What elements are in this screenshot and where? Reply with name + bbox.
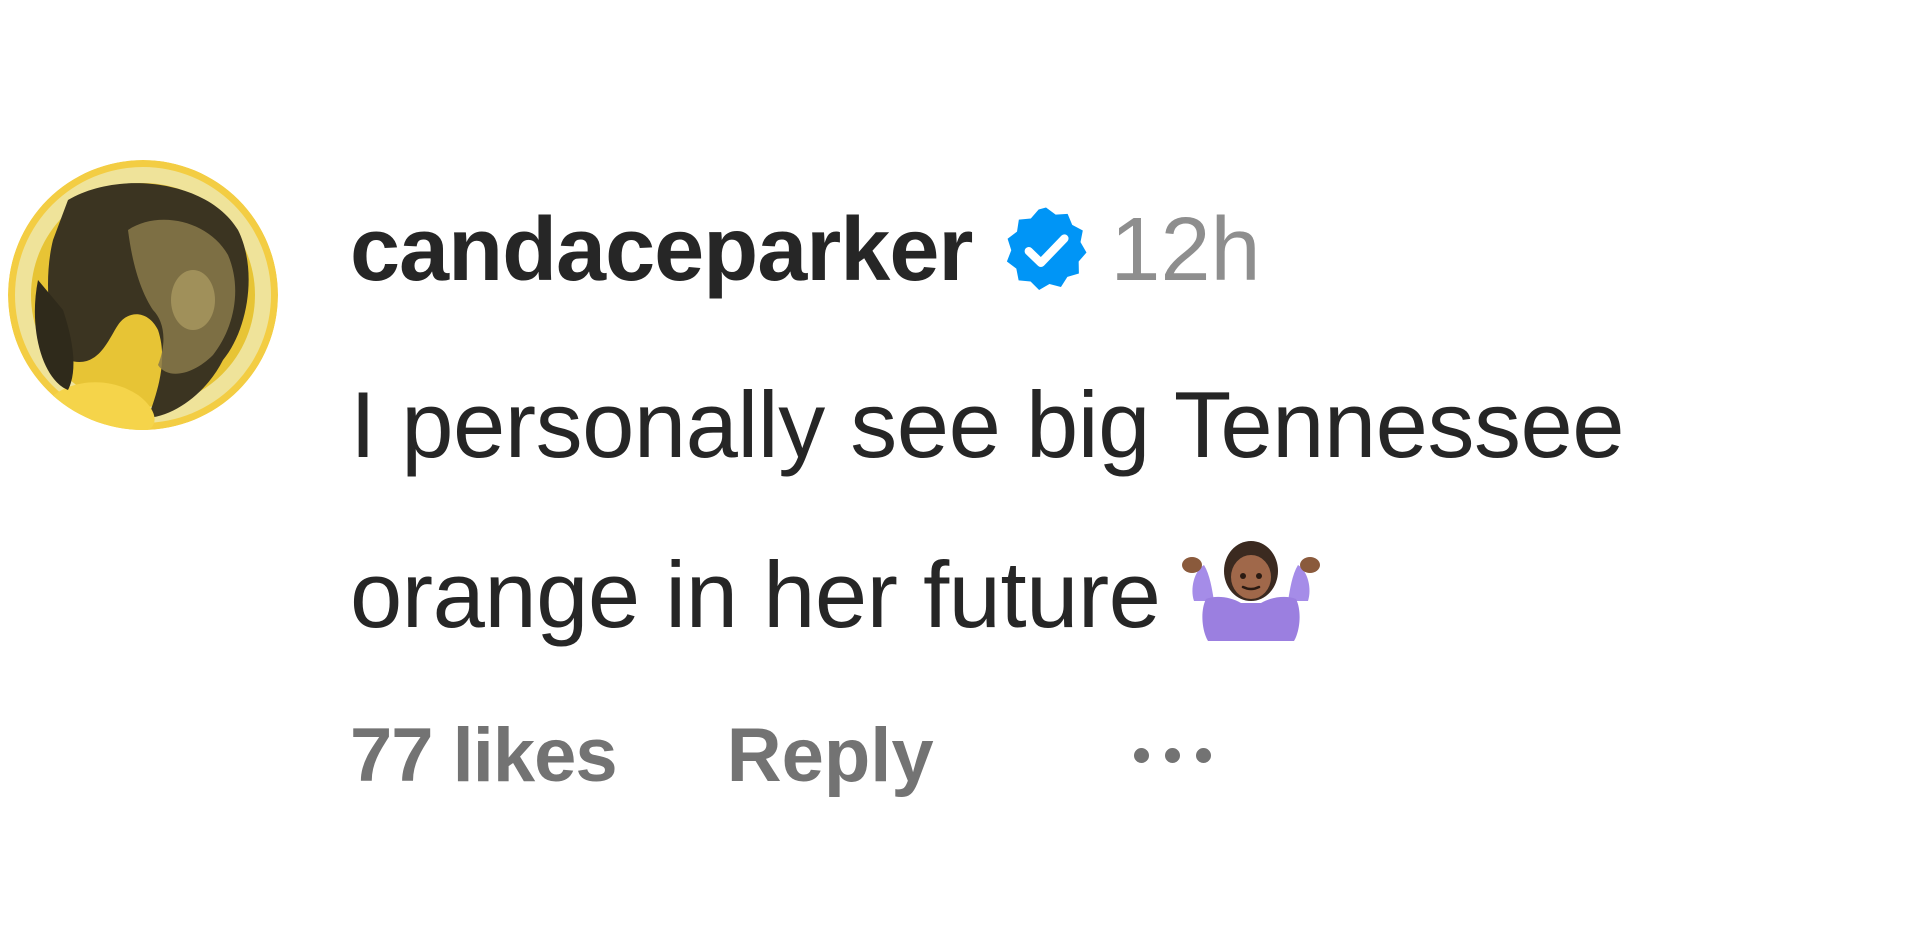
likes-count[interactable]: 77 likes bbox=[350, 712, 618, 799]
comment-text-line-2-wrap: orange in her future bbox=[350, 510, 1910, 680]
comment-actions: 77 likes Reply bbox=[350, 700, 1211, 810]
comment-text-line-2: orange in her future bbox=[350, 542, 1161, 647]
avatar[interactable] bbox=[8, 160, 278, 430]
comment-text-line-1: I personally see big Tennessee bbox=[350, 372, 1625, 477]
comment: candaceparker 12h I personally see big T… bbox=[0, 0, 1920, 941]
reply-button[interactable]: Reply bbox=[727, 712, 934, 799]
comment-text: I personally see big Tennessee orange in… bbox=[350, 340, 1910, 680]
more-options-icon[interactable] bbox=[1133, 725, 1211, 785]
more-options-dot bbox=[1195, 747, 1211, 763]
comment-header: candaceparker 12h bbox=[350, 195, 1261, 305]
more-options-dot bbox=[1133, 747, 1149, 763]
username[interactable]: candaceparker bbox=[350, 199, 973, 302]
avatar-image bbox=[8, 160, 278, 430]
more-options-dot bbox=[1164, 747, 1180, 763]
verified-badge-icon bbox=[1000, 204, 1092, 296]
person-shrugging-icon bbox=[1176, 531, 1326, 641]
timestamp[interactable]: 12h bbox=[1110, 199, 1260, 302]
